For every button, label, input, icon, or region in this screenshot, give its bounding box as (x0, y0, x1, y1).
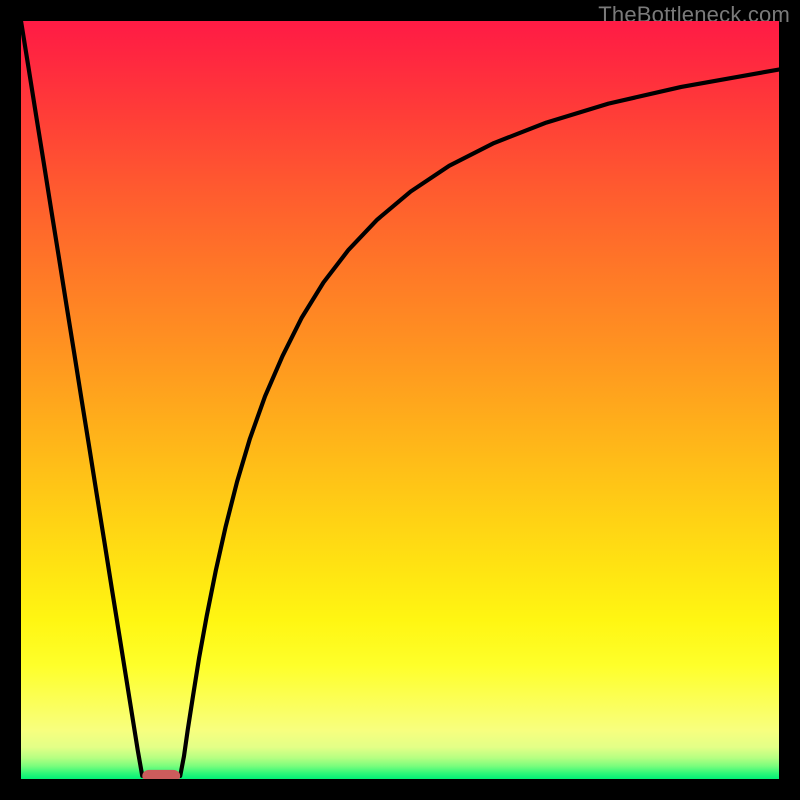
gradient-backdrop (21, 21, 779, 779)
chart-svg (21, 21, 779, 779)
minimum-marker (142, 770, 180, 779)
chart-frame: TheBottleneck.com (0, 0, 800, 800)
plot-area (21, 21, 779, 779)
